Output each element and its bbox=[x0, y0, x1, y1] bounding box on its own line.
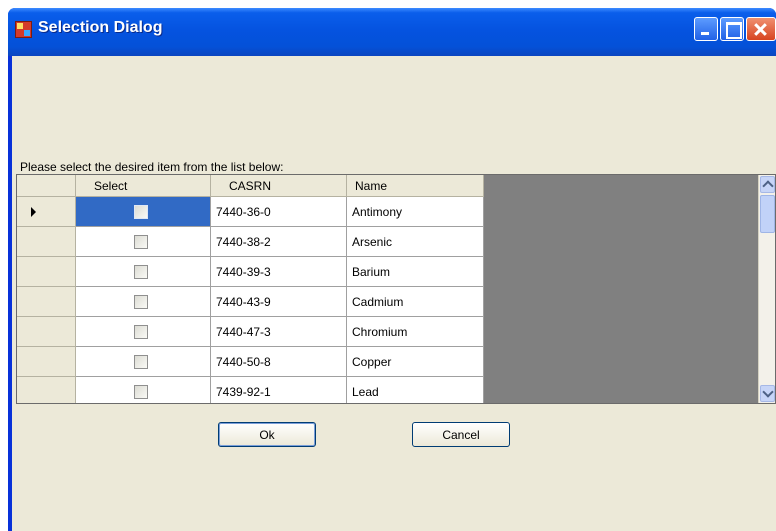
casrn-cell[interactable]: 7440-47-3 bbox=[211, 317, 347, 347]
select-cell[interactable] bbox=[76, 227, 211, 257]
column-header-select[interactable]: Select bbox=[76, 175, 211, 197]
name-cell[interactable]: Copper bbox=[347, 347, 484, 377]
window-title: Selection Dialog bbox=[38, 19, 163, 36]
table-row[interactable]: 7440-38-2 Arsenic bbox=[17, 227, 484, 257]
instruction-label: Please select the desired item from the … bbox=[20, 160, 284, 174]
row-checkbox[interactable] bbox=[134, 355, 148, 369]
select-cell[interactable] bbox=[76, 197, 211, 227]
row-checkbox[interactable] bbox=[134, 265, 148, 279]
row-header[interactable] bbox=[17, 257, 76, 287]
dialog-body: Please select the desired item from the … bbox=[12, 56, 776, 531]
casrn-cell[interactable]: 7440-39-3 bbox=[211, 257, 347, 287]
ok-button[interactable]: Ok bbox=[218, 422, 316, 447]
scroll-thumb[interactable] bbox=[760, 195, 775, 233]
current-row-arrow-icon bbox=[31, 207, 36, 217]
table-row[interactable]: 7440-43-9 Cadmium bbox=[17, 287, 484, 317]
vertical-scrollbar[interactable] bbox=[758, 175, 775, 403]
name-cell[interactable]: Barium bbox=[347, 257, 484, 287]
table-row[interactable]: 7440-47-3 Chromium bbox=[17, 317, 484, 347]
casrn-cell[interactable]: 7440-38-2 bbox=[211, 227, 347, 257]
select-cell[interactable] bbox=[76, 377, 211, 403]
casrn-cell[interactable]: 7439-92-1 bbox=[211, 377, 347, 403]
cancel-button[interactable]: Cancel bbox=[412, 422, 510, 447]
select-cell[interactable] bbox=[76, 347, 211, 377]
table-row[interactable]: 7439-92-1 Lead bbox=[17, 377, 484, 403]
scroll-up-icon[interactable] bbox=[760, 176, 775, 193]
scroll-down-icon[interactable] bbox=[760, 385, 775, 402]
app-icon bbox=[15, 21, 32, 38]
casrn-cell[interactable]: 7440-43-9 bbox=[211, 287, 347, 317]
casrn-cell[interactable]: 7440-36-0 bbox=[211, 197, 347, 227]
title-bar[interactable]: Selection Dialog bbox=[8, 8, 776, 56]
select-cell[interactable] bbox=[76, 317, 211, 347]
selection-grid[interactable]: Select CASRN Name 7440-36-0 Antimony 744… bbox=[16, 174, 776, 404]
selection-dialog-window: Selection Dialog Please select the desir… bbox=[8, 8, 776, 531]
column-header-name[interactable]: Name bbox=[347, 175, 484, 197]
column-header-casrn[interactable]: CASRN bbox=[211, 175, 347, 197]
row-checkbox[interactable] bbox=[134, 205, 148, 219]
name-cell[interactable]: Antimony bbox=[347, 197, 484, 227]
close-button[interactable] bbox=[746, 17, 776, 41]
row-header[interactable] bbox=[17, 317, 76, 347]
grid-corner-header[interactable] bbox=[17, 175, 76, 197]
name-cell[interactable]: Chromium bbox=[347, 317, 484, 347]
row-checkbox[interactable] bbox=[134, 325, 148, 339]
table-row[interactable]: 7440-39-3 Barium bbox=[17, 257, 484, 287]
row-header[interactable] bbox=[17, 227, 76, 257]
name-cell[interactable]: Cadmium bbox=[347, 287, 484, 317]
table-row[interactable]: 7440-50-8 Copper bbox=[17, 347, 484, 377]
row-checkbox[interactable] bbox=[134, 235, 148, 249]
row-header[interactable] bbox=[17, 377, 76, 403]
select-cell[interactable] bbox=[76, 287, 211, 317]
select-cell[interactable] bbox=[76, 257, 211, 287]
maximize-button[interactable] bbox=[720, 17, 744, 41]
row-header[interactable] bbox=[17, 197, 76, 227]
row-checkbox[interactable] bbox=[134, 385, 148, 399]
row-header[interactable] bbox=[17, 287, 76, 317]
casrn-cell[interactable]: 7440-50-8 bbox=[211, 347, 347, 377]
minimize-button[interactable] bbox=[694, 17, 718, 41]
row-checkbox[interactable] bbox=[134, 295, 148, 309]
table-row[interactable]: 7440-36-0 Antimony bbox=[17, 197, 484, 227]
row-header[interactable] bbox=[17, 347, 76, 377]
name-cell[interactable]: Lead bbox=[347, 377, 484, 403]
name-cell[interactable]: Arsenic bbox=[347, 227, 484, 257]
